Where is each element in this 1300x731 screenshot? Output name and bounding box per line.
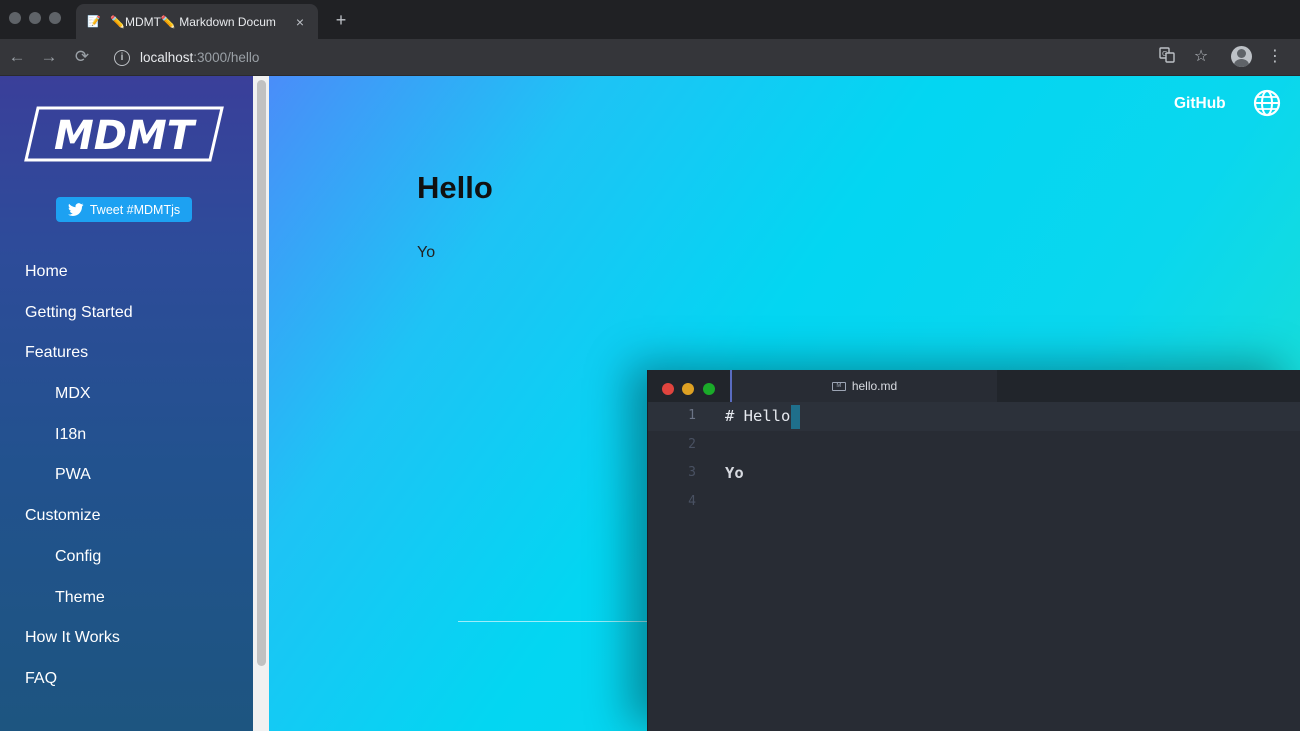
sidebar-item-mdx[interactable]: MDX	[0, 378, 253, 419]
line-code: # Hello	[725, 402, 801, 431]
url-path: :3000/hello	[193, 50, 260, 65]
sidebar-item-faq[interactable]: FAQ	[0, 663, 253, 704]
sidebar-scrollbar-thumb[interactable]	[257, 80, 266, 666]
tab-title: ✏️MDMT✏️ Markdown Docum	[110, 14, 276, 29]
line-number: 2	[688, 436, 696, 452]
mdmt-logo[interactable]: MDMT	[24, 105, 224, 163]
editor-minimize-button[interactable]	[682, 383, 694, 395]
editor-line[interactable]: 2	[648, 431, 1300, 460]
reload-button[interactable]: ⟳	[70, 45, 94, 69]
page-title: Hello	[417, 170, 493, 205]
editor-line[interactable]: 1 # Hello	[648, 402, 1300, 431]
sidebar-item-home[interactable]: Home	[0, 256, 253, 297]
window-minimize-button[interactable]	[29, 12, 41, 24]
browser-toolbar: ← → ⟳ i localhost :3000/hello G ☆ ⋮	[0, 39, 1300, 76]
bookmark-star-icon[interactable]: ☆	[1191, 47, 1211, 67]
editor-tab-filename: hello.md	[851, 379, 898, 393]
browser-tab[interactable]: 📝 ✏️MDMT✏️ Markdown Docum ×	[76, 4, 318, 39]
site-info-icon[interactable]: i	[114, 49, 130, 66]
editor-line[interactable]: 3 Yo	[648, 459, 1300, 488]
editor-text-area[interactable]: 1 # Hello 2 3 Yo 4	[648, 402, 1300, 516]
tweet-button-label: Tweet #MDMTjs	[89, 202, 181, 217]
translate-icon[interactable]: G	[1157, 47, 1177, 67]
sidebar-item-pwa[interactable]: PWA	[0, 459, 253, 500]
page-body-text: Yo	[417, 244, 436, 261]
tweet-button[interactable]: Tweet #MDMTjs	[56, 197, 192, 222]
tab-close-icon[interactable]: ×	[292, 14, 308, 30]
editor-close-button[interactable]	[662, 383, 674, 395]
github-link[interactable]: GitHub	[1174, 95, 1226, 113]
editor-file-tab[interactable]: M hello.md	[730, 370, 997, 402]
url-host: localhost	[140, 50, 194, 65]
line-code: Yo	[725, 464, 744, 482]
line-number: 3	[688, 465, 696, 480]
line-number: 4	[688, 493, 696, 509]
language-globe-icon[interactable]	[1253, 89, 1281, 117]
back-button[interactable]: ←	[5, 45, 29, 69]
window-zoom-button[interactable]	[49, 12, 61, 24]
text-cursor	[791, 404, 801, 429]
sidebar-item-customize[interactable]: Customize	[0, 500, 253, 541]
forward-button[interactable]: →	[37, 45, 61, 69]
content-divider	[458, 621, 658, 622]
sidebar-item-i18n[interactable]: I18n	[0, 419, 253, 460]
editor-line[interactable]: 4	[648, 488, 1300, 517]
editor-titlebar: M hello.md	[648, 370, 1300, 402]
svg-text:MDMT: MDMT	[54, 113, 197, 159]
address-bar[interactable]: i localhost :3000/hello	[104, 44, 1184, 71]
sidebar-item-getting-started[interactable]: Getting Started	[0, 297, 253, 338]
sidebar-item-config[interactable]: Config	[0, 541, 253, 582]
browser-menu-icon[interactable]: ⋮	[1265, 47, 1285, 67]
code-editor-window: M hello.md 1 # Hello 2 3 Yo 4	[647, 370, 1300, 731]
sidebar-item-how-it-works[interactable]: How It Works	[0, 622, 253, 663]
window-close-button[interactable]	[9, 12, 21, 24]
page-favicon-icon: 📝	[87, 16, 101, 28]
twitter-bird-icon	[67, 202, 84, 216]
line-number: 1	[688, 408, 696, 423]
sidebar-item-theme[interactable]: Theme	[0, 582, 253, 623]
sidebar-nav: Home Getting Started Features MDX I18n P…	[0, 256, 253, 704]
browser-tab-strip: 📝 ✏️MDMT✏️ Markdown Docum × +	[0, 0, 1300, 39]
docs-sidebar: MDMT Tweet #MDMTjs Home Getting Started …	[0, 76, 253, 731]
profile-avatar[interactable]	[1231, 46, 1252, 67]
new-tab-button[interactable]: +	[330, 8, 352, 32]
editor-zoom-button[interactable]	[703, 383, 715, 395]
markdown-file-icon: M	[831, 381, 846, 391]
sidebar-item-features[interactable]: Features	[0, 337, 253, 378]
